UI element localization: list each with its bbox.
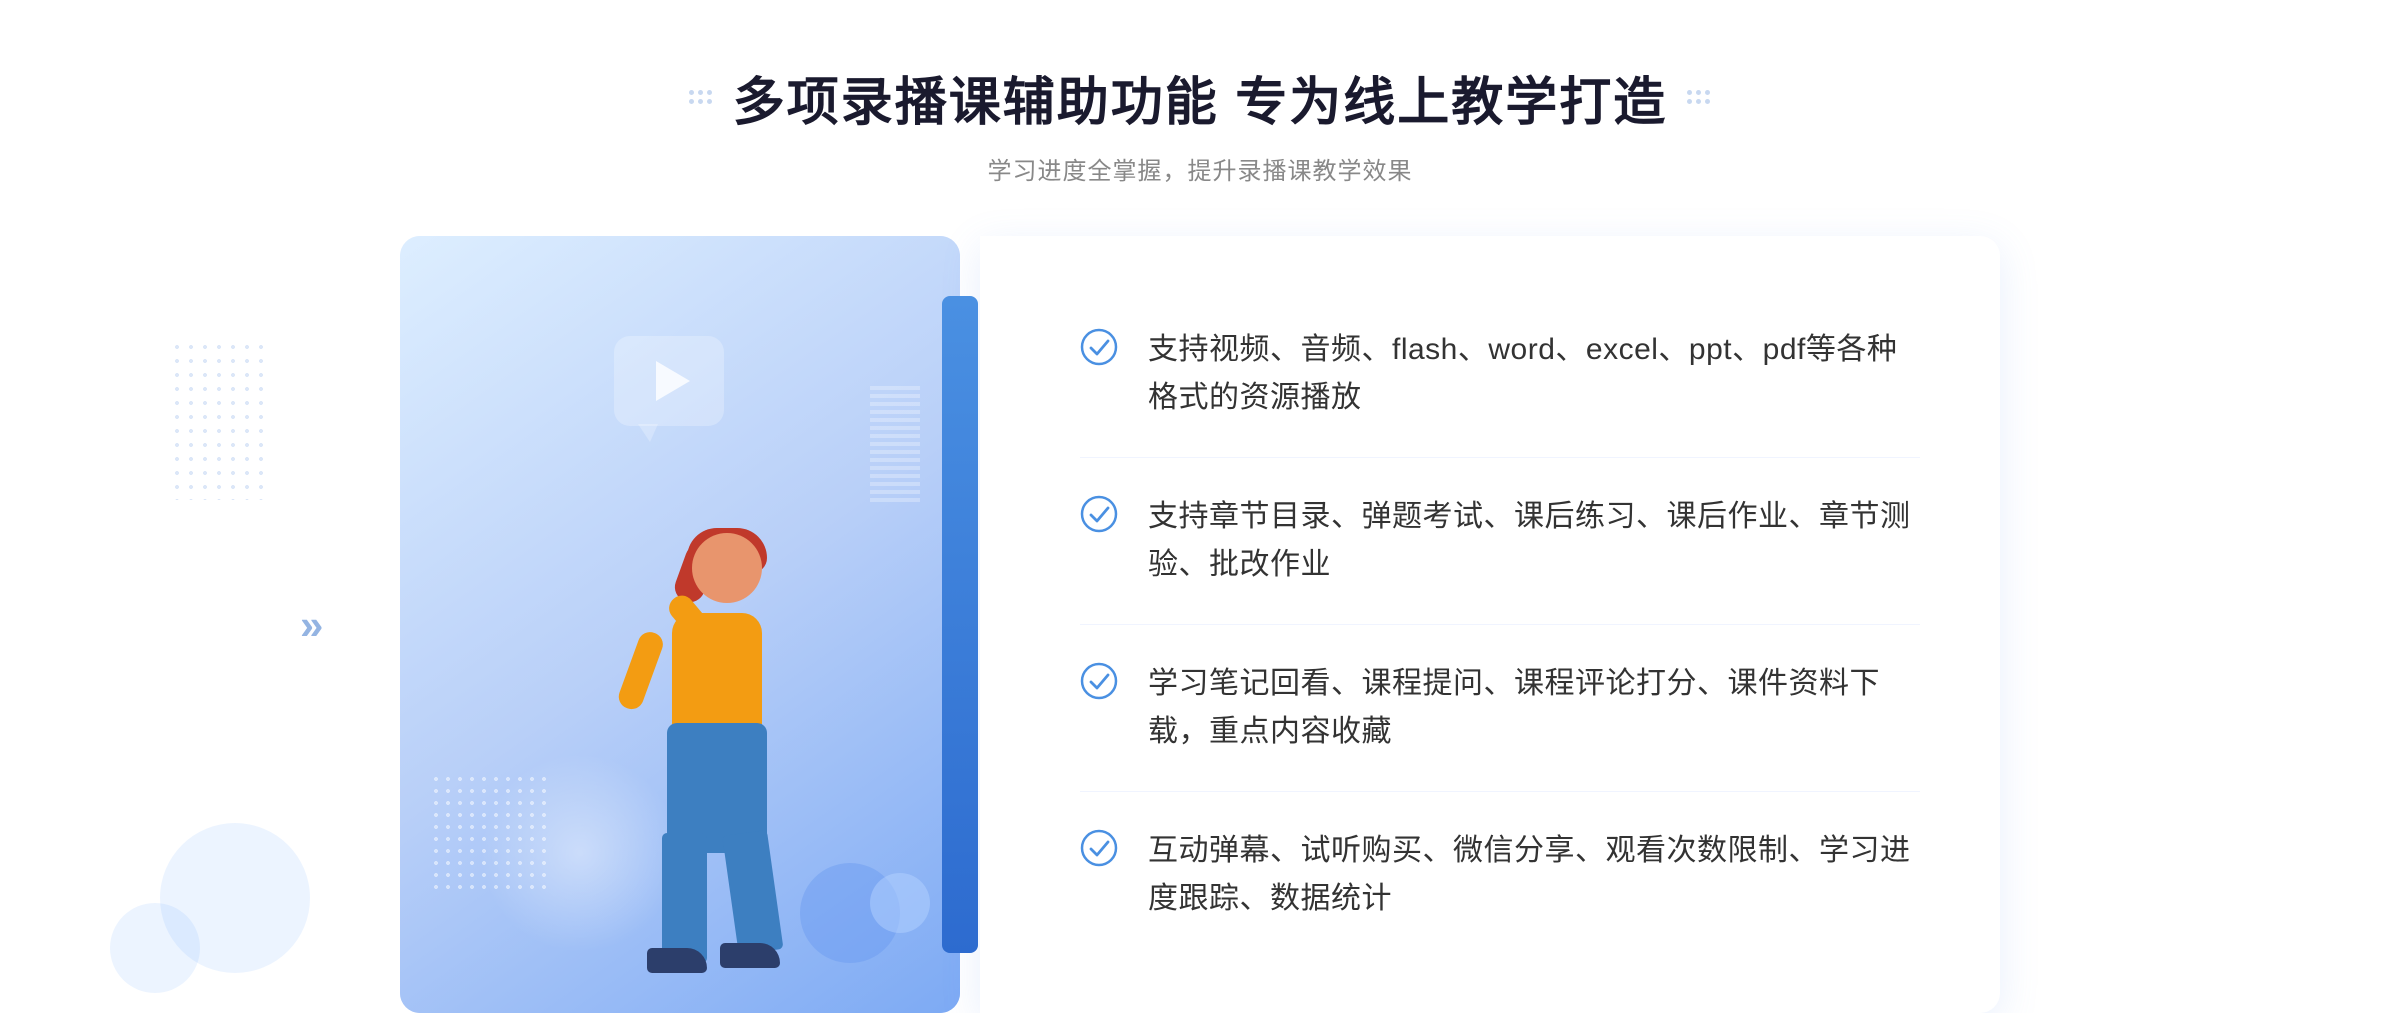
main-title: 多项录播课辅助功能 专为线上教学打造 (733, 60, 1667, 135)
char-shoe-right (720, 943, 780, 968)
char-leg-left (662, 833, 707, 963)
accent-bar (942, 296, 978, 953)
dots-decoration-left (170, 340, 270, 500)
title-decoration-left (689, 90, 713, 105)
features-panel: 支持视频、音频、flash、word、excel、ppt、pdf等各种格式的资源… (980, 236, 2000, 1013)
header-section: 多项录播课辅助功能 专为线上教学打造 学习进度全掌握，提升录播课教学效果 (689, 60, 1711, 186)
feature-item-2: 支持章节目录、弹题考试、课后练习、课后作业、章节测验、批改作业 (1080, 458, 1920, 625)
title-decoration-right (1687, 90, 1711, 105)
sub-title: 学习进度全掌握，提升录播课教学效果 (689, 151, 1711, 186)
check-icon-4 (1080, 829, 1118, 867)
check-icon-3 (1080, 662, 1118, 700)
char-arm-left (615, 629, 666, 713)
play-triangle-icon (656, 361, 690, 401)
left-chevron-icon: » (300, 601, 323, 649)
illus-stripes (870, 386, 920, 506)
play-bubble (614, 336, 724, 426)
feature-text-2: 支持章节目录、弹题考试、课后练习、课后作业、章节测验、批改作业 (1148, 493, 1920, 589)
char-leg-right (722, 830, 783, 955)
feature-item-3: 学习笔记回看、课程提问、课程评论打分、课件资料下载，重点内容收藏 (1080, 625, 1920, 792)
page-container: 多项录播课辅助功能 专为线上教学打造 学习进度全掌握，提升录播课教学效果 (0, 0, 2400, 974)
content-area: » (400, 236, 2000, 1013)
char-shoe-left (647, 948, 707, 973)
check-icon-2 (1080, 495, 1118, 533)
feature-text-4: 互动弹幕、试听购买、微信分享、观看次数限制、学习进度跟踪、数据统计 (1148, 827, 1920, 923)
illus-circle-light (870, 873, 930, 933)
feature-text-1: 支持视频、音频、flash、word、excel、ppt、pdf等各种格式的资源… (1148, 326, 1920, 422)
check-icon-1 (1080, 328, 1118, 366)
feature-item-4: 互动弹幕、试听购买、微信分享、观看次数限制、学习进度跟踪、数据统计 (1080, 792, 1920, 958)
character-illustration (602, 513, 862, 1013)
title-row: 多项录播课辅助功能 专为线上教学打造 (689, 60, 1711, 135)
feature-text-3: 学习笔记回看、课程提问、课程评论打分、课件资料下载，重点内容收藏 (1148, 660, 1920, 756)
illustration-panel: » (400, 236, 960, 1013)
bottom-circle-small (110, 903, 200, 993)
feature-item-1: 支持视频、音频、flash、word、excel、ppt、pdf等各种格式的资源… (1080, 291, 1920, 458)
char-head (692, 533, 762, 603)
